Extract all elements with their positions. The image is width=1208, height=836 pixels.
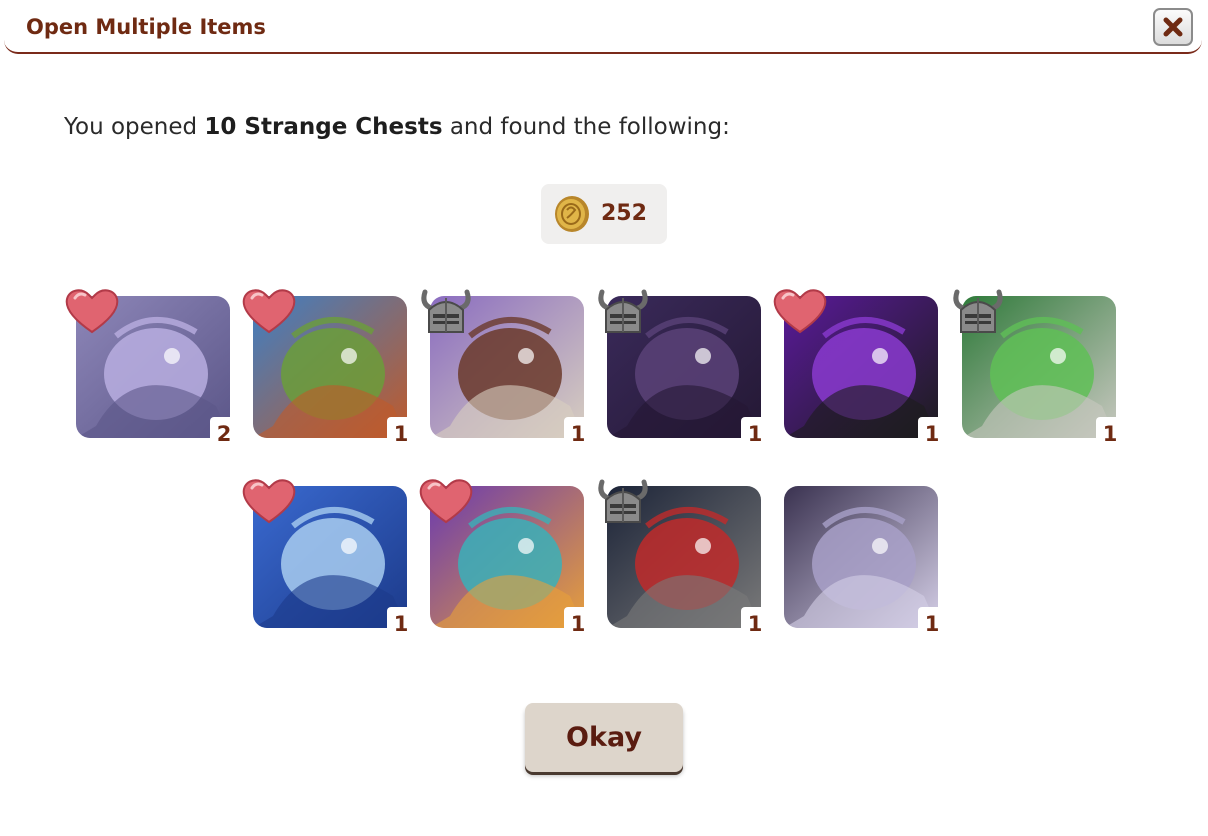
- treasure-reward: 252: [541, 184, 667, 244]
- item-quantity: 1: [918, 417, 946, 449]
- reward-item[interactable]: 1: [771, 286, 961, 466]
- helmet-icon: [421, 289, 471, 333]
- item-quantity: 1: [1096, 417, 1124, 449]
- reward-item[interactable]: 1: [594, 476, 784, 656]
- reward-item[interactable]: 1: [240, 286, 430, 466]
- item-quantity: 2: [210, 417, 238, 449]
- okay-button[interactable]: Okay: [525, 703, 683, 772]
- heart-icon: [65, 289, 119, 334]
- heart-icon: [419, 479, 473, 524]
- reward-item[interactable]: 1: [417, 286, 607, 466]
- open-multiple-items-dialog: Open Multiple Items You opened 10 Strang…: [0, 0, 1208, 836]
- dialog-title: Open Multiple Items: [26, 15, 266, 39]
- item-quantity: 1: [741, 607, 769, 639]
- reward-item[interactable]: 1: [240, 476, 430, 656]
- item-quantity: 1: [741, 417, 769, 449]
- heart-icon: [773, 289, 827, 334]
- helmet-icon: [598, 479, 648, 523]
- reward-item[interactable]: 2: [63, 286, 253, 466]
- dialog-titlebar: Open Multiple Items: [4, 0, 1202, 54]
- item-quantity: 1: [564, 607, 592, 639]
- reward-item[interactable]: 1: [949, 286, 1139, 466]
- result-prefix: You opened: [64, 114, 205, 140]
- result-opened-item: 10 Strange Chests: [204, 114, 443, 140]
- heart-icon: [242, 479, 296, 524]
- reward-item[interactable]: 1: [771, 476, 961, 656]
- reward-item[interactable]: 1: [594, 286, 784, 466]
- item-quantity: 1: [564, 417, 592, 449]
- helmet-icon: [953, 289, 1003, 333]
- close-button[interactable]: [1153, 8, 1193, 46]
- item-quantity: 1: [387, 417, 415, 449]
- coin-icon: [555, 196, 589, 232]
- close-icon: [1163, 17, 1183, 37]
- result-message: You opened 10 Strange Chests and found t…: [64, 114, 730, 140]
- result-suffix: and found the following:: [442, 114, 730, 140]
- treasure-amount: 252: [601, 201, 647, 226]
- item-quantity: 1: [387, 607, 415, 639]
- heart-icon: [242, 289, 296, 334]
- item-image: [784, 486, 938, 628]
- item-quantity: 1: [918, 607, 946, 639]
- reward-item[interactable]: 1: [417, 476, 607, 656]
- helmet-icon: [598, 289, 648, 333]
